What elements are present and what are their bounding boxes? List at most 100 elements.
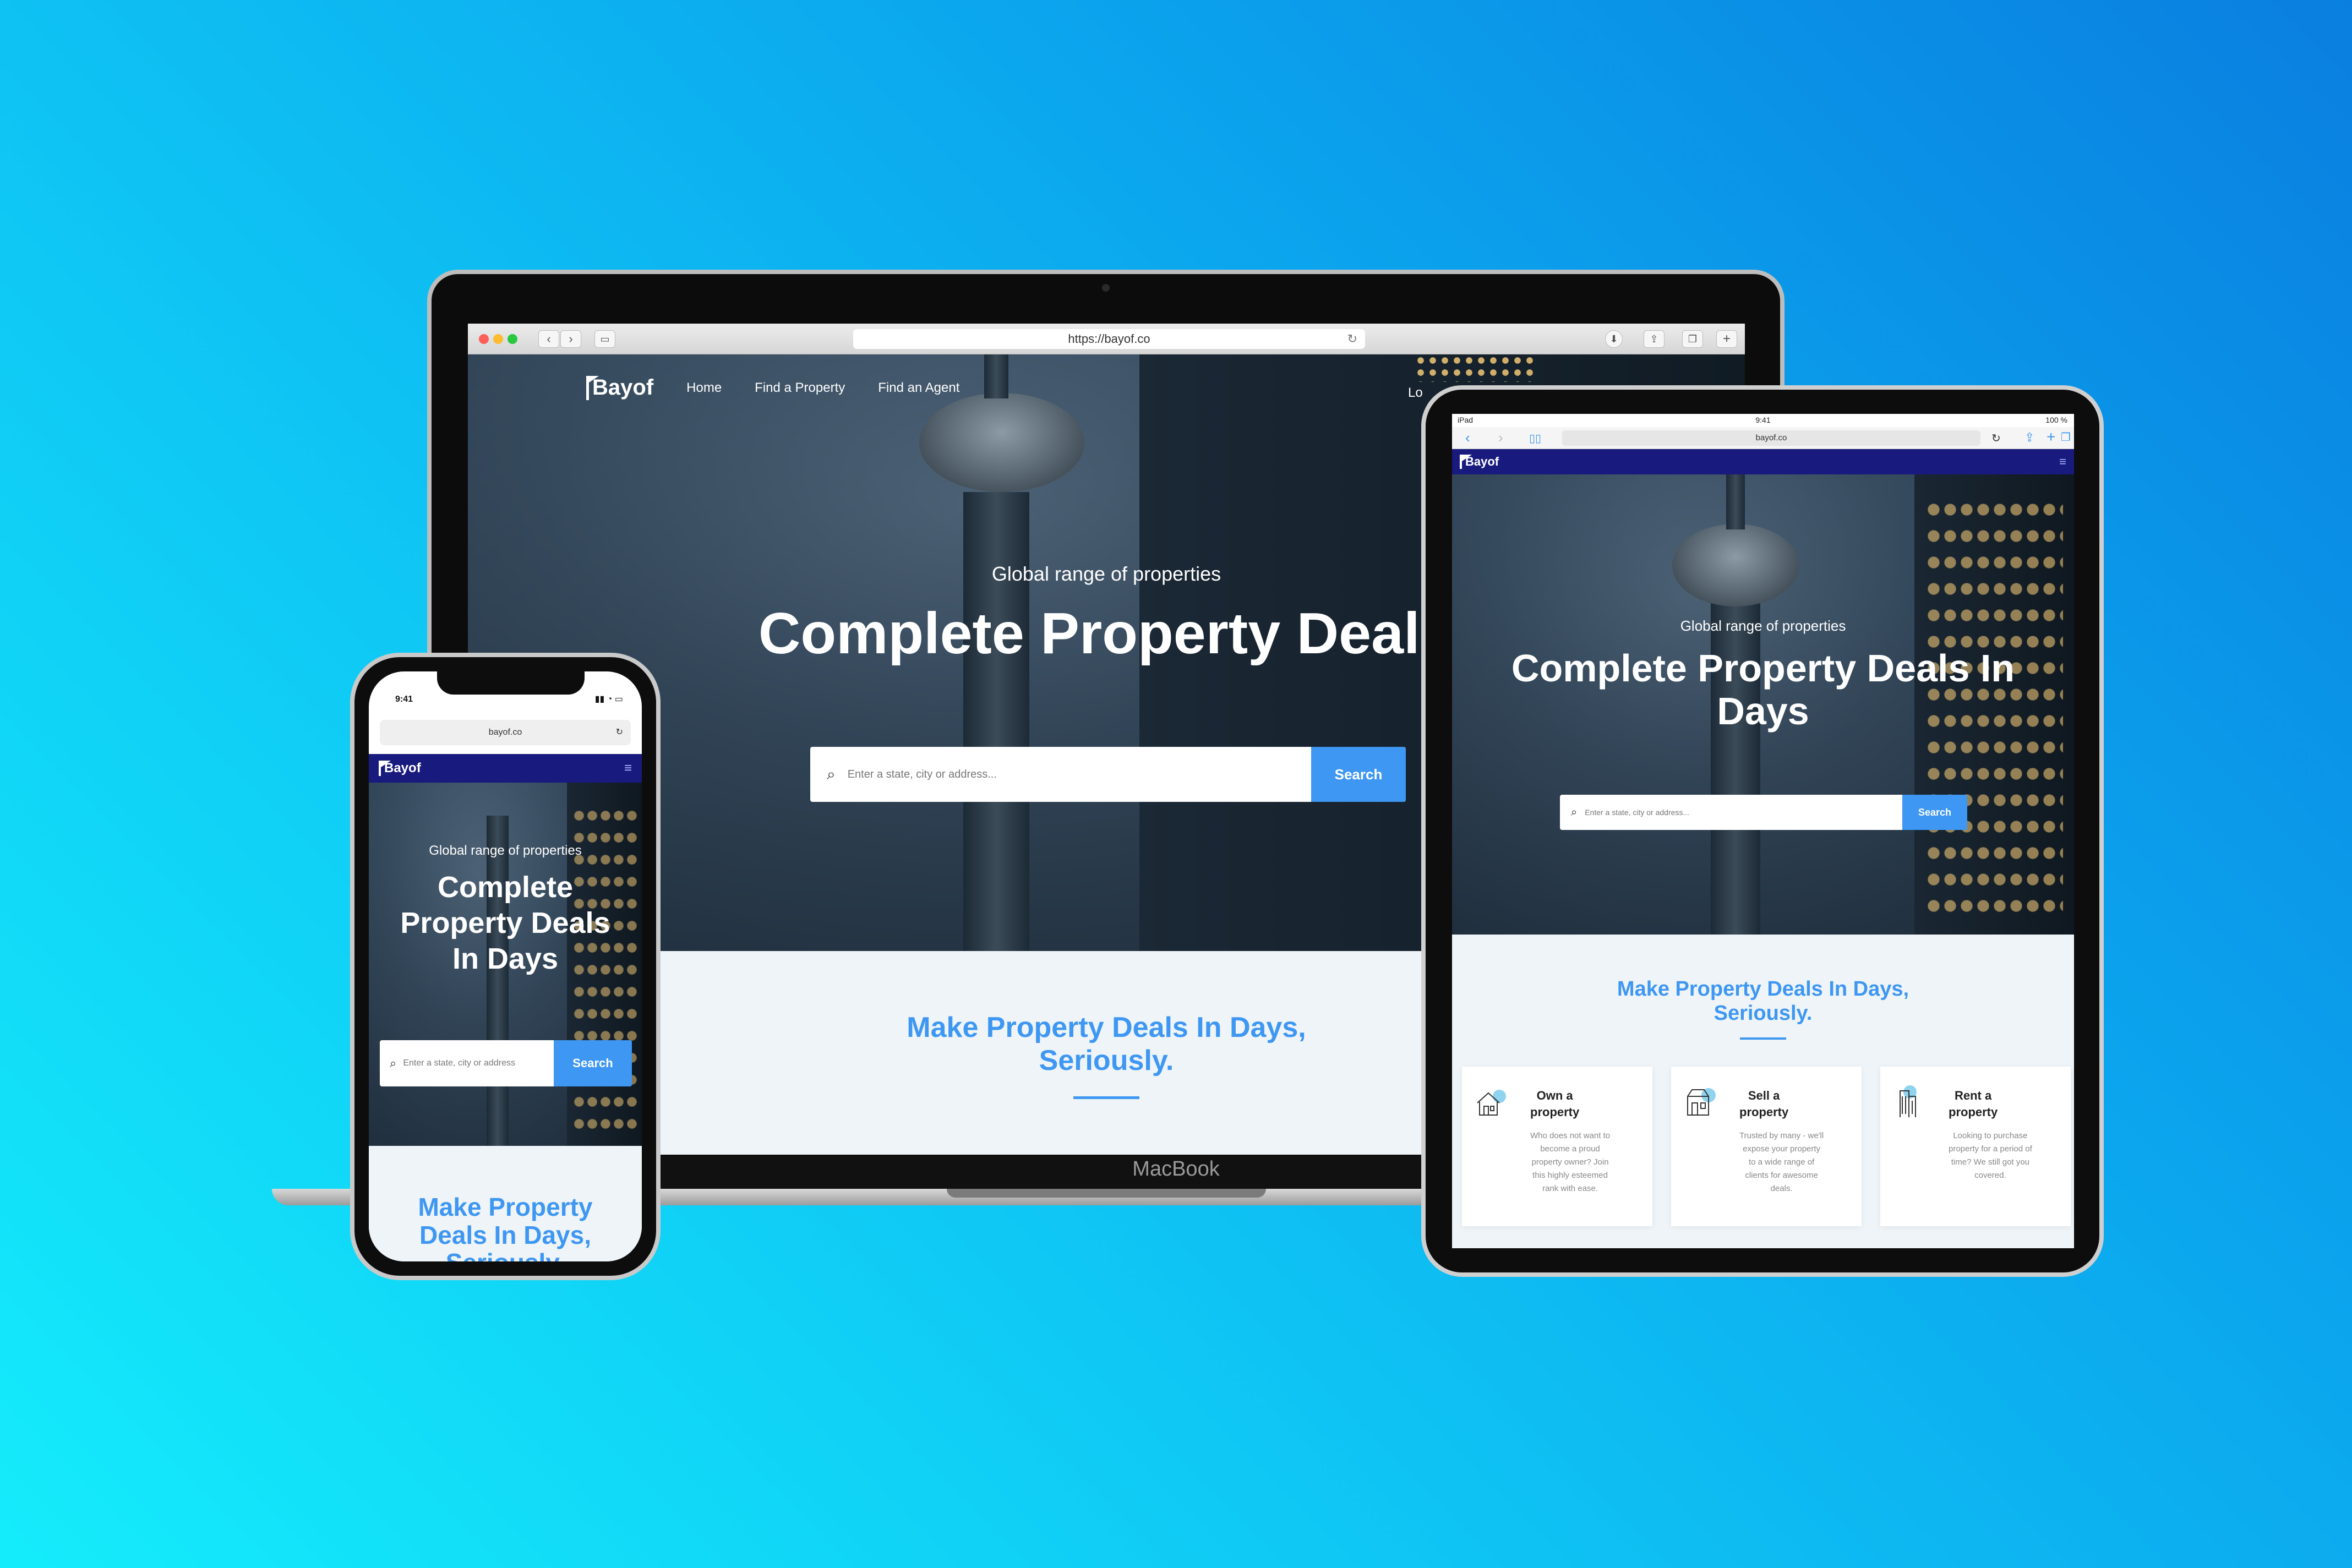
deals-divider xyxy=(1740,1037,1786,1040)
deals-title-line1: Make Property Deals In Days, xyxy=(1617,977,1909,1001)
deals-title-line1: Make Property xyxy=(418,1193,593,1221)
url-text: bayof.co xyxy=(1755,433,1787,442)
service-cards: Own a property Who does not want to beco… xyxy=(1462,1067,2071,1226)
search-icon: ⌕ xyxy=(1571,806,1578,818)
search-button[interactable]: Search xyxy=(1311,747,1406,802)
card-desc-line: Who does not want to xyxy=(1530,1131,1611,1140)
card-title-line1: Own a xyxy=(1536,1089,1573,1102)
status-time: 9:41 xyxy=(1755,416,1771,424)
address-bar[interactable]: bayof.co ↻ xyxy=(380,720,631,745)
card-desc-line: rank with ease. xyxy=(1542,1184,1598,1193)
card-rent-property[interactable]: Rent a property Looking to purchase prop… xyxy=(1880,1067,2071,1226)
hero-section: Global range of properties Complete Prop… xyxy=(369,783,642,1146)
brand-logo[interactable]: Bayof xyxy=(379,761,421,776)
brand-name: Bayof xyxy=(592,375,654,400)
card-description: Who does not want to become a proud prop… xyxy=(1530,1129,1610,1195)
deals-title-line3: Seriously. xyxy=(369,1249,642,1261)
logo-flag-icon xyxy=(586,375,599,400)
address-bar[interactable]: bayof.co xyxy=(1562,430,1980,446)
card-desc-line: covered. xyxy=(1974,1171,2006,1180)
hero-headline-line1: Complete Property Deals In xyxy=(1511,647,2015,690)
back-icon[interactable]: ‹ xyxy=(538,330,559,348)
hero-headline-line1: Complete xyxy=(437,871,574,904)
download-icon[interactable]: ⬇ xyxy=(1605,330,1623,348)
card-desc-line: property for a period of xyxy=(1949,1144,2032,1154)
hero-headline-line3: In Days xyxy=(452,942,559,975)
card-title-line1: Sell a xyxy=(1748,1089,1780,1102)
search-placeholder: Enter a state, city or address xyxy=(403,1058,515,1068)
nav-login[interactable]: Lo xyxy=(1408,385,1423,401)
card-description: Looking to purchase property for a perio… xyxy=(1949,1129,2032,1182)
sidebar-icon[interactable]: ▭ xyxy=(594,330,615,348)
search-icon: ⌕ xyxy=(390,1056,397,1070)
search-input[interactable]: ⌕ Enter a state, city or address xyxy=(380,1040,554,1086)
search-input[interactable]: ⌕ Enter a state, city or address... xyxy=(1560,795,1902,830)
tabs-icon[interactable]: ❐ xyxy=(1682,330,1703,348)
close-window-icon[interactable] xyxy=(479,334,489,344)
reload-icon[interactable]: ↻ xyxy=(616,720,623,745)
url-text: bayof.co xyxy=(488,728,522,737)
brand-logo[interactable]: Bayof xyxy=(1460,455,1499,469)
iphone-brand-bar: Bayof ≡ xyxy=(369,754,642,783)
address-bar[interactable]: https://bayof.co ↻ xyxy=(853,329,1365,349)
card-own-property[interactable]: Own a property Who does not want to beco… xyxy=(1462,1067,1652,1226)
card-title-line2: property xyxy=(1949,1105,1998,1119)
search-placeholder: Enter a state, city or address... xyxy=(1585,808,1690,817)
search-input[interactable]: ⌕ Enter a state, city or address... xyxy=(810,747,1311,802)
forward-icon[interactable]: › xyxy=(560,330,581,348)
nav-find-property[interactable]: Find a Property xyxy=(755,380,845,396)
back-icon[interactable]: ‹ xyxy=(1465,429,1470,446)
menu-icon[interactable]: ≡ xyxy=(624,761,632,776)
new-tab-icon[interactable]: + xyxy=(1716,330,1737,348)
bookmarks-icon[interactable]: ▯▯ xyxy=(1529,431,1541,445)
logo-flag-icon xyxy=(1460,455,1472,469)
card-desc-line: property owner? Join xyxy=(1531,1157,1609,1167)
card-desc-line: clients for awesome xyxy=(1745,1171,1818,1180)
hero-text: Global range of properties Complete Prop… xyxy=(1452,618,2074,733)
tabs-icon[interactable]: ❐ xyxy=(2061,430,2071,444)
search-button[interactable]: Search xyxy=(554,1040,632,1086)
deals-section: Make Property Deals In Days, Seriously. xyxy=(369,1146,642,1261)
search-placeholder: Enter a state, city or address... xyxy=(847,768,997,780)
search-button[interactable]: Search xyxy=(1902,795,1967,830)
hero-kicker: Global range of properties xyxy=(429,843,582,858)
search-icon: ⌕ xyxy=(827,765,836,783)
card-title-line2: property xyxy=(1530,1105,1580,1119)
card-desc-line: to a wide range of xyxy=(1748,1157,1815,1167)
card-desc-line: become a proud xyxy=(1540,1144,1600,1154)
macbook-notch xyxy=(947,1189,1266,1198)
new-tab-icon[interactable]: + xyxy=(2047,428,2055,446)
forward-icon[interactable]: › xyxy=(1498,429,1503,446)
status-battery: 100 % xyxy=(2045,416,2067,424)
share-icon[interactable]: ⇪ xyxy=(2024,430,2034,445)
card-title-line1: Rent a xyxy=(1955,1089,1992,1102)
card-desc-line: deals. xyxy=(1770,1184,1793,1193)
brand-logo[interactable]: Bayof xyxy=(586,375,653,400)
macbook-camera xyxy=(1102,284,1110,292)
nav-find-agent[interactable]: Find an Agent xyxy=(878,380,959,396)
tower-pod xyxy=(919,393,1084,492)
card-sell-property[interactable]: Sell a property Trusted by many - we'll … xyxy=(1671,1067,1862,1226)
reload-icon[interactable]: ↻ xyxy=(1347,329,1357,349)
minimize-window-icon[interactable] xyxy=(493,334,503,344)
card-description: Trusted by many - we'll expose your prop… xyxy=(1739,1129,1824,1195)
share-icon[interactable]: ⇪ xyxy=(1644,330,1665,348)
ipad-screen: iPad 9:41 100 % ‹ › ▯▯ bayof.co ↻ ⇪ + ❐ … xyxy=(1452,414,2074,1248)
card-title: Sell a property xyxy=(1739,1088,1788,1120)
menu-icon[interactable]: ≡ xyxy=(2059,455,2066,469)
card-desc-line: Trusted by many - we'll xyxy=(1739,1131,1824,1140)
card-title: Own a property xyxy=(1530,1088,1579,1120)
zoom-window-icon[interactable] xyxy=(507,334,517,344)
status-time: 9:41 xyxy=(395,695,413,704)
deals-title: Make Property Deals In Days, Seriously. xyxy=(1452,977,2074,1025)
hero-headline: Complete Property Deals In Days xyxy=(369,870,642,976)
reload-icon[interactable]: ↻ xyxy=(1991,431,2001,445)
nav-home[interactable]: Home xyxy=(686,380,722,396)
ipad-device: iPad 9:41 100 % ‹ › ▯▯ bayof.co ↻ ⇪ + ❐ … xyxy=(1421,385,2104,1277)
hero-headline: Complete Property Deals In Days xyxy=(1452,647,2074,733)
card-desc-line: this highly esteemed xyxy=(1532,1171,1608,1180)
hero-section: Global range of properties Complete Prop… xyxy=(1452,474,2074,935)
safari-toolbar: ‹ › ▭ https://bayof.co ↻ ⬇ ⇪ ❐ + xyxy=(468,324,1745,354)
url-text: https://bayof.co xyxy=(1068,332,1150,346)
ipad-brand-bar: Bayof ≡ xyxy=(1452,449,2074,474)
